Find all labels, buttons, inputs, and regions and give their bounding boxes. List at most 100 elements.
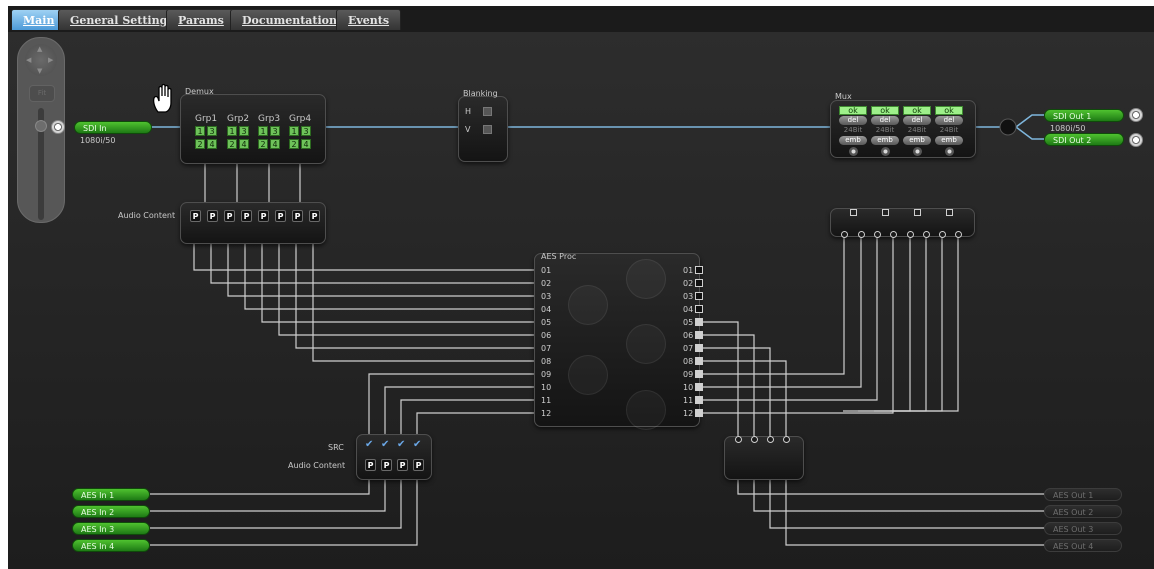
demux-grp3-pair-1[interactable]: 1 [258,126,268,136]
aes-out-3-pill[interactable]: AES Out 3 [1044,522,1122,535]
pan-down-icon[interactable]: ▼ [37,67,42,75]
demux-grp4-pair-1[interactable]: 1 [289,126,299,136]
mux-input-pin-5[interactable] [907,231,914,238]
aes-out-router-block[interactable] [724,436,804,480]
pan-right-icon[interactable]: ▶ [48,56,53,64]
aes-proc-out-09-port[interactable] [695,370,703,378]
mux-input-pin-6[interactable] [923,231,930,238]
mux-ch1-emb[interactable]: emb [839,136,867,145]
aes-in-2-pill[interactable]: AES In 2 [72,505,150,518]
aes-in-3-pill[interactable]: AES In 3 [72,522,150,535]
aes-in-1-pill[interactable]: AES In 1 [72,488,150,501]
sdi-in-connector-icon[interactable] [51,120,65,134]
demux-grp1-pair-4[interactable]: 4 [207,139,217,149]
mux-input-pin-2[interactable] [858,231,865,238]
mux-ch2-emb[interactable]: emb [871,136,899,145]
aes-out-router-pin-4[interactable] [783,436,790,443]
audio-content-p-2[interactable]: P [207,210,218,222]
demux-grp4-pair-2[interactable]: 2 [289,139,299,149]
src-p-3[interactable]: P [397,459,408,471]
sdi-out-1-connector-icon[interactable] [1129,108,1143,122]
mux-input-pin-8[interactable] [955,231,962,238]
mux-ch2-del[interactable]: del [871,116,899,125]
mux-ch2-knob-icon[interactable] [881,147,890,156]
demux-grp4-pair-4[interactable]: 4 [301,139,311,149]
src-p-4[interactable]: P [413,459,424,471]
demux-grp3-pair-2[interactable]: 2 [258,139,268,149]
demux-grp3-pair-3[interactable]: 3 [270,126,280,136]
src-toggle-3-icon[interactable]: ✔ [397,439,405,450]
mux-ch4-emb[interactable]: emb [935,136,963,145]
demux-grp2-pair-3[interactable]: 3 [239,126,249,136]
sdi-out-2-connector-icon[interactable] [1129,133,1143,147]
mux-block[interactable]: Mux ok ok ok ok del del del del 24Bit 24… [830,92,976,158]
fit-button[interactable]: Fit [29,85,55,102]
sdi-out-1-pill[interactable]: SDI Out 1 [1044,109,1124,122]
demux-grp2-pair-1[interactable]: 1 [227,126,237,136]
mux-ch3-del[interactable]: del [903,116,931,125]
aes-in-4-pill[interactable]: AES In 4 [72,539,150,552]
routing-canvas[interactable]: ▲ ▼ ◀ ▶ Fit SDI In 1080i/50 Demux Grp1 G… [8,32,1154,569]
sdi-out-2-pill[interactable]: SDI Out 2 [1044,133,1124,146]
blanking-block[interactable]: Blanking H V [458,89,508,162]
blanking-v-toggle[interactable] [483,125,492,134]
pan-left-icon[interactable]: ◀ [26,56,31,64]
aes-out-router-pin-1[interactable] [735,436,742,443]
aes-out-1-pill[interactable]: AES Out 1 [1044,488,1122,501]
mux-ch4-knob-icon[interactable] [945,147,954,156]
audio-content-p-5[interactable]: P [258,210,269,222]
audio-content-p-6[interactable]: P [275,210,286,222]
audio-content-p-3[interactable]: P [224,210,235,222]
mux-input-block[interactable] [830,208,975,238]
src-p-2[interactable]: P [381,459,392,471]
aes-proc-out-08-port[interactable] [695,357,703,365]
pan-control[interactable]: ▲ ▼ ◀ ▶ [25,44,57,76]
aes-out-2-pill[interactable]: AES Out 2 [1044,505,1122,518]
tab-documentation[interactable]: Documentation [230,9,350,30]
audio-content-p-1[interactable]: P [190,210,201,222]
zoom-slider-handle[interactable] [35,120,47,132]
aes-out-router-pin-2[interactable] [751,436,758,443]
demux-grp2-pair-2[interactable]: 2 [227,139,237,149]
aes-proc-out-02-port[interactable] [695,279,703,287]
aes-proc-out-07-port[interactable] [695,344,703,352]
sdi-in-pill[interactable]: SDI In [74,121,152,134]
src-toggle-4-icon[interactable]: ✔ [413,439,421,450]
mux-ch1-knob-icon[interactable] [849,147,858,156]
aes-proc-block[interactable]: AES Proc 01 02 03 04 05 06 07 08 09 10 1… [534,252,700,430]
aes-proc-out-05-port[interactable] [695,318,703,326]
aes-proc-out-06-port[interactable] [695,331,703,339]
aes-proc-out-01-port[interactable] [695,266,703,274]
mux-input-pin-7[interactable] [939,231,946,238]
demux-grp1-pair-3[interactable]: 3 [207,126,217,136]
mux-ch3-knob-icon[interactable] [913,147,922,156]
aes-out-4-pill[interactable]: AES Out 4 [1044,539,1122,552]
src-toggle-1-icon[interactable]: ✔ [365,439,373,450]
demux-grp2-pair-4[interactable]: 4 [239,139,249,149]
audio-content-p-8[interactable]: P [309,210,320,222]
blanking-h-toggle[interactable] [483,107,492,116]
tab-params[interactable]: Params [166,9,236,30]
aes-proc-out-04-port[interactable] [695,305,703,313]
demux-grp1-pair-2[interactable]: 2 [195,139,205,149]
audio-content-p-4[interactable]: P [241,210,252,222]
mux-ch4-del[interactable]: del [935,116,963,125]
mux-input-pin-1[interactable] [841,231,848,238]
aes-proc-out-03-port[interactable] [695,292,703,300]
aes-proc-out-12-port[interactable] [695,409,703,417]
demux-grp4-pair-3[interactable]: 3 [301,126,311,136]
demux-block[interactable]: Demux Grp1 Grp2 Grp3 Grp4 1 3 2 4 1 3 2 … [180,87,326,164]
mux-input-pin-4[interactable] [890,231,897,238]
demux-grp1-pair-1[interactable]: 1 [195,126,205,136]
demux-grp3-pair-4[interactable]: 4 [270,139,280,149]
tab-events[interactable]: Events [336,9,402,30]
mux-ch3-emb[interactable]: emb [903,136,931,145]
src-toggle-2-icon[interactable]: ✔ [381,439,389,450]
aes-proc-out-11-port[interactable] [695,396,703,404]
audio-content-p-7[interactable]: P [292,210,303,222]
aes-out-router-pin-3[interactable] [767,436,774,443]
src-p-1[interactable]: P [365,459,376,471]
pan-up-icon[interactable]: ▲ [37,45,42,53]
aes-proc-out-10-port[interactable] [695,383,703,391]
mux-ch1-del[interactable]: del [839,116,867,125]
